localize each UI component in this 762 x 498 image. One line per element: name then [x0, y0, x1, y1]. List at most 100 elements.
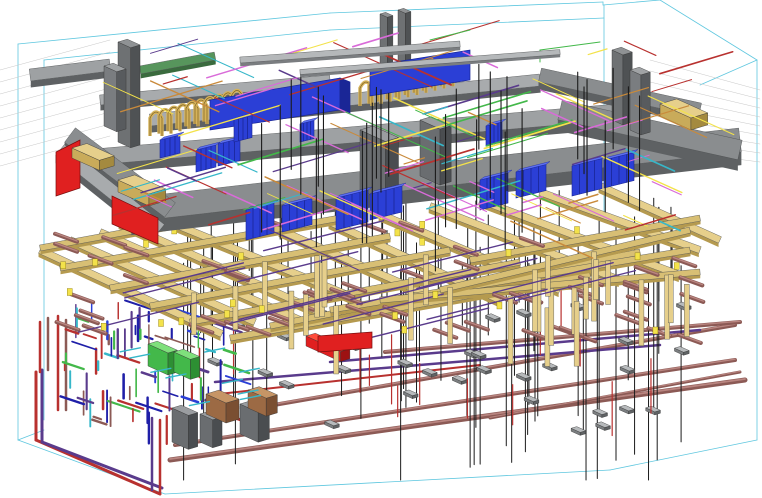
yellow-fitting: [432, 291, 439, 299]
yellow-fitting: [674, 262, 680, 270]
cyan-pipe: [129, 353, 151, 359]
vertical-duct: [103, 62, 127, 133]
drop-duct: [447, 287, 453, 344]
vertical-duct-right: [640, 71, 651, 136]
service-line: [659, 50, 734, 75]
plant-pipe: [140, 371, 157, 379]
yellow-fitting: [178, 317, 185, 326]
section-box-edge: [164, 469, 611, 495]
vertical-duct: [629, 66, 651, 136]
drop-duct: [532, 269, 538, 332]
plant-pipe: [92, 415, 103, 421]
yellow-fitting: [143, 240, 149, 248]
drop-duct: [507, 295, 514, 365]
terminal-unit: [673, 346, 690, 356]
yellow-fitting: [392, 311, 398, 320]
green-equipment-right: [190, 356, 200, 380]
drop-duct: [408, 277, 414, 341]
service-line: [539, 41, 601, 51]
section-box-edge: [602, 0, 661, 6]
drop-duct: [684, 284, 690, 337]
yellow-fitting: [230, 299, 236, 307]
yellow-fitting: [419, 221, 425, 229]
terminal-unit: [595, 421, 611, 431]
yellow-fitting: [67, 288, 73, 296]
exhaust-stack-right: [387, 15, 394, 68]
plant-unit: [171, 404, 199, 450]
drop-duct: [232, 285, 239, 330]
plant-unit-right: [188, 412, 198, 450]
yellow-fitting: [158, 319, 164, 327]
section-box-edge: [329, 17, 605, 31]
plant-pipe: [82, 333, 97, 340]
pipe-segment: [676, 332, 703, 345]
exhaust-stack-right: [405, 11, 412, 66]
plant-pipe: [91, 418, 108, 426]
red-face: [317, 331, 373, 353]
drop-duct: [191, 292, 197, 335]
yellow-fitting: [419, 238, 425, 246]
terminal-unit: [618, 404, 635, 415]
exhaust-stack: [397, 8, 412, 66]
drop-duct: [605, 260, 611, 305]
drop-duct: [638, 279, 645, 346]
service-line: [522, 196, 543, 204]
vertical-duct: [611, 46, 633, 126]
plant-pipe: [180, 395, 200, 404]
service-line: [422, 106, 449, 115]
vertical-duct-right: [116, 68, 127, 133]
model-viewport[interactable]: [0, 0, 762, 498]
terminal-unit: [592, 408, 609, 418]
terminal-unit: [451, 375, 468, 385]
drop-duct: [668, 274, 674, 324]
plant-pipe: [164, 336, 196, 348]
yellow-fitting: [634, 252, 641, 261]
yellow-fitting: [505, 248, 512, 257]
pipe-segment: [432, 327, 459, 340]
drop-duct: [548, 288, 555, 346]
yellow-fitting: [652, 326, 659, 335]
service-line: [651, 79, 693, 93]
yellow-fitting: [259, 305, 265, 313]
green-equipment: [173, 348, 201, 380]
yellow-fitting: [92, 258, 98, 267]
pipe-segment: [463, 319, 490, 332]
grid-line: [0, 111, 111, 143]
section-box-edge: [609, 439, 758, 471]
service-line: [166, 167, 198, 182]
exhaust-stack-front: [379, 13, 388, 68]
bim-3d-model[interactable]: [0, 0, 762, 498]
service-line: [429, 29, 471, 41]
grid-line: [0, 99, 111, 131]
exhaust-stack: [379, 12, 394, 68]
yellow-fitting: [401, 325, 407, 334]
yellow-fitting: [496, 301, 503, 310]
terminal-unit: [645, 405, 661, 416]
yellow-fitting: [60, 261, 66, 269]
grid-line: [0, 87, 111, 119]
section-box-edge: [659, 0, 758, 61]
vertical-duct-front: [103, 65, 117, 133]
tank-right: [225, 398, 240, 424]
terminal-unit: [484, 313, 501, 323]
yellow-fitting: [574, 226, 580, 234]
plant-unit-right: [212, 416, 223, 449]
plant-pipe: [71, 340, 98, 351]
section-box-edge: [329, 1, 604, 14]
yellow-fitting: [100, 323, 107, 331]
tank-right: [266, 394, 278, 417]
terminal-unit: [619, 365, 636, 375]
exhaust-stack-front: [397, 9, 406, 66]
cyan-pipe: [119, 347, 141, 353]
terminal-unit: [523, 395, 540, 405]
drop-duct: [288, 290, 295, 350]
drop-duct: [314, 255, 320, 318]
plant-pipe: [59, 395, 86, 406]
riser-return: [40, 440, 164, 490]
yellow-fitting: [394, 228, 401, 237]
drop-duct: [303, 294, 309, 336]
terminal-unit: [257, 368, 274, 378]
blue-block-side: [339, 77, 351, 115]
service-line: [150, 38, 199, 54]
yellow-fitting: [238, 252, 244, 260]
